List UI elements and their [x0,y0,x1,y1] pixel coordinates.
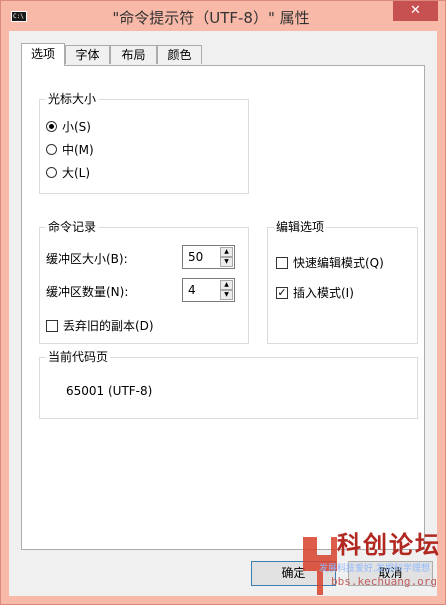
insert-mode-checkbox[interactable]: ✓ 插入模式(I) [276,284,354,301]
stepper-up-icon[interactable]: ▲ [220,280,233,290]
buffer-size-stepper[interactable]: 50 ▲ ▼ [182,245,235,269]
buffer-count-label: 缓冲区数量(N): [46,285,129,299]
tab-font[interactable]: 字体 [65,45,110,64]
stepper-down-icon[interactable]: ▼ [220,257,233,267]
console-app-icon[interactable]: C:\ [11,11,27,22]
radio-label: 大(L) [62,166,91,180]
title-bar[interactable]: C:\ "命令提示符（UTF-8）" 属性 ✕ [1,1,445,31]
quick-edit-checkbox[interactable]: 快速编辑模式(Q) [276,254,384,271]
window-title: "命令提示符（UTF-8）" 属性 [112,9,310,27]
radio-label: 中(M) [62,143,94,157]
radio-cursor-medium[interactable]: 中(M) [46,141,94,158]
radio-selected-dot [49,124,54,129]
checkbox-box[interactable]: ✓ [276,285,288,299]
radio-label: 小(S) [62,120,91,134]
discard-duplicates-checkbox[interactable]: 丢弃旧的副本(D) [46,317,154,334]
buffer-size-label: 缓冲区大小(B): [46,252,128,266]
code-page-group: 当前代码页 65001 (UTF-8) [39,350,418,419]
dialog-client-area: 选项 字体 布局 颜色 光标大小 小(S) 中(M) 大(L) 命令记录 缓冲区… [9,31,437,596]
tab-colors[interactable]: 颜色 [157,45,202,64]
checkmark-icon: ✓ [277,285,287,299]
checkbox-label: 丢弃旧的副本(D) [63,319,154,333]
tab-options[interactable]: 选项 [21,43,65,66]
checkbox-label: 快速编辑模式(Q) [293,256,384,270]
ok-button[interactable]: 确定 [251,561,336,586]
buffer-size-value[interactable]: 50 [188,250,203,264]
radio-button[interactable] [46,121,57,132]
close-button[interactable]: ✕ [393,1,438,21]
edit-options-group: 编辑选项 快速编辑模式(Q) ✓ 插入模式(I) [267,220,418,344]
buffer-count-stepper[interactable]: 4 ▲ ▼ [182,278,235,302]
stepper-buttons: ▲ ▼ [220,280,233,300]
radio-cursor-large[interactable]: 大(L) [46,164,90,181]
stepper-down-icon[interactable]: ▼ [220,290,233,300]
radio-cursor-small[interactable]: 小(S) [46,118,91,135]
options-panel: 光标大小 小(S) 中(M) 大(L) 命令记录 缓冲区大小(B): 50 ▲ … [21,65,425,550]
properties-dialog: C:\ "命令提示符（UTF-8）" 属性 ✕ 选项 字体 布局 颜色 光标大小… [0,0,446,605]
stepper-up-icon[interactable]: ▲ [220,247,233,257]
radio-button[interactable] [46,167,57,178]
command-history-label: 命令记录 [46,220,99,234]
close-icon: ✕ [410,3,421,18]
checkbox-box[interactable] [276,256,288,269]
code-page-value: 65001 (UTF-8) [66,384,153,398]
cancel-button[interactable]: 取消 [348,561,433,586]
tab-layout[interactable]: 布局 [110,45,157,64]
cursor-size-group: 光标大小 小(S) 中(M) 大(L) [39,92,249,194]
stepper-buttons: ▲ ▼ [220,247,233,267]
cursor-size-label: 光标大小 [46,92,99,106]
edit-options-label: 编辑选项 [274,220,327,234]
command-history-group: 命令记录 缓冲区大小(B): 50 ▲ ▼ 缓冲区数量(N): 4 ▲ ▼ 丢弃… [39,220,249,344]
code-page-label: 当前代码页 [46,350,111,364]
checkbox-box[interactable] [46,319,58,332]
checkbox-label: 插入模式(I) [293,286,354,300]
buffer-count-value[interactable]: 4 [188,283,196,297]
radio-button[interactable] [46,144,57,155]
